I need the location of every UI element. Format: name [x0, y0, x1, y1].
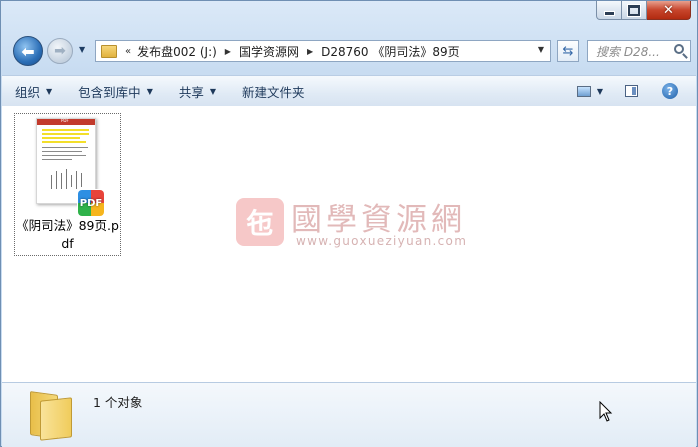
forward-button[interactable]: ➡ — [47, 38, 73, 64]
breadcrumb-separator-icon[interactable]: ▶ — [225, 47, 231, 56]
forward-arrow-icon: ➡ — [54, 43, 66, 59]
new-folder-button[interactable]: 新建文件夹 — [229, 82, 318, 101]
search-placeholder: 搜索 D28... — [596, 44, 660, 59]
back-arrow-icon: ⬅ — [21, 41, 35, 61]
thumbnail-text-line — [42, 151, 82, 152]
thumbnail-column — [61, 173, 62, 189]
breadcrumb-separator-icon[interactable]: ▶ — [307, 47, 313, 56]
minimize-button[interactable] — [596, 1, 622, 20]
watermark-url: www.guoxueziyuan.com — [296, 234, 468, 248]
help-icon[interactable]: ? — [662, 83, 678, 99]
thumbnail-text-line — [42, 155, 86, 156]
chevron-down-icon: ▼ — [209, 86, 217, 96]
file-name[interactable]: 《阴司法》89页.pdf — [15, 217, 120, 253]
address-dropdown-icon[interactable]: ▼ — [538, 45, 544, 54]
recent-pages-dropdown[interactable]: ▼ — [79, 45, 89, 55]
details-pane: 1 个对象 — [2, 382, 696, 447]
organize-label: 组织 — [15, 84, 41, 100]
back-button[interactable]: ⬅ — [13, 36, 43, 66]
breadcrumb-item-current[interactable]: D28760 《阴司法》89页 — [321, 43, 460, 60]
chevron-down-icon: ▼ — [46, 86, 53, 96]
item-count: 1 个对象 — [93, 395, 143, 410]
toolbar-right-group: ▼ ? — [576, 76, 696, 106]
thumbnail-text-line — [42, 147, 88, 148]
thumbnail-text-line — [42, 159, 72, 160]
thumbnail-column — [81, 173, 82, 187]
preview-pane-icon[interactable] — [625, 85, 638, 97]
thumbnail-column — [76, 171, 77, 189]
folder-icon — [101, 44, 117, 58]
minimize-icon — [603, 10, 615, 16]
watermark-title: 國學資源網 — [291, 202, 466, 238]
thumbnail-column — [71, 175, 72, 187]
refresh-button[interactable]: ⇆ — [557, 40, 579, 62]
include-in-library-menu[interactable]: 包含到库中 ▼ — [65, 82, 166, 101]
include-in-library-label: 包含到库中 — [78, 84, 141, 100]
breadcrumb-item-drive[interactable]: 发布盘002 (J:) — [137, 43, 217, 60]
close-button[interactable]: ✕ — [647, 1, 691, 20]
chevron-down-icon: ▼ — [79, 45, 86, 54]
chevron-down-icon: ▼ — [146, 86, 153, 96]
thumbnail-highlight — [42, 133, 89, 135]
maximize-button[interactable] — [622, 1, 647, 20]
caption-buttons: ✕ — [596, 1, 691, 21]
watermark-seal-logo: 㐌 — [236, 198, 284, 246]
pdf-icon: PDF — [78, 190, 104, 216]
pdf-badge-label: PDF — [79, 197, 103, 209]
close-icon: ✕ — [663, 2, 674, 18]
thumbnail-highlight — [42, 129, 89, 131]
watermark: 㐌 國學資源網 www.guoxueziyuan.com — [236, 194, 476, 254]
thumbnail-header: PDF — [37, 118, 95, 125]
folder-icon — [30, 389, 74, 441]
new-folder-label: 新建文件夹 — [242, 84, 305, 100]
explorer-window: ✕ ⬅ ➡ ▼ « 发布盘002 (J:) ▶ 国学资源网 ▶ D28760 《… — [0, 0, 698, 447]
organize-menu[interactable]: 组织 ▼ — [2, 82, 65, 101]
change-view-icon[interactable] — [576, 85, 591, 97]
refresh-icon: ⇆ — [562, 43, 574, 59]
thumbnail-column — [51, 175, 52, 189]
thumbnail-column — [66, 169, 67, 189]
mouse-cursor-icon — [599, 401, 613, 422]
address-bar[interactable]: « 发布盘002 (J:) ▶ 国学资源网 ▶ D28760 《阴司法》89页 … — [95, 40, 551, 62]
file-list-pane[interactable]: PDF PDF 《阴司法》89页.pdf 㐌 國學資源網 www.guoxuez… — [2, 106, 696, 382]
search-input[interactable]: 搜索 D28... — [587, 40, 691, 62]
maximize-icon — [627, 3, 641, 17]
thumbnail-highlight — [42, 137, 80, 139]
thumbnail-column — [56, 171, 57, 189]
thumbnail-highlight — [42, 141, 86, 143]
breadcrumb-item-site[interactable]: 国学资源网 — [239, 43, 299, 60]
breadcrumb-overflow[interactable]: « — [125, 46, 131, 57]
search-icon — [674, 44, 684, 54]
navigation-bar: ⬅ ➡ ▼ « 发布盘002 (J:) ▶ 国学资源网 ▶ D28760 《阴司… — [9, 35, 691, 67]
share-menu[interactable]: 共享 ▼ — [166, 82, 229, 101]
command-bar: 组织 ▼ 包含到库中 ▼ 共享 ▼ 新建文件夹 ▼ ? — [2, 75, 696, 107]
file-item[interactable]: PDF PDF 《阴司法》89页.pdf — [14, 113, 121, 256]
share-label: 共享 — [178, 84, 204, 100]
view-options-dropdown-icon[interactable]: ▼ — [597, 87, 603, 96]
